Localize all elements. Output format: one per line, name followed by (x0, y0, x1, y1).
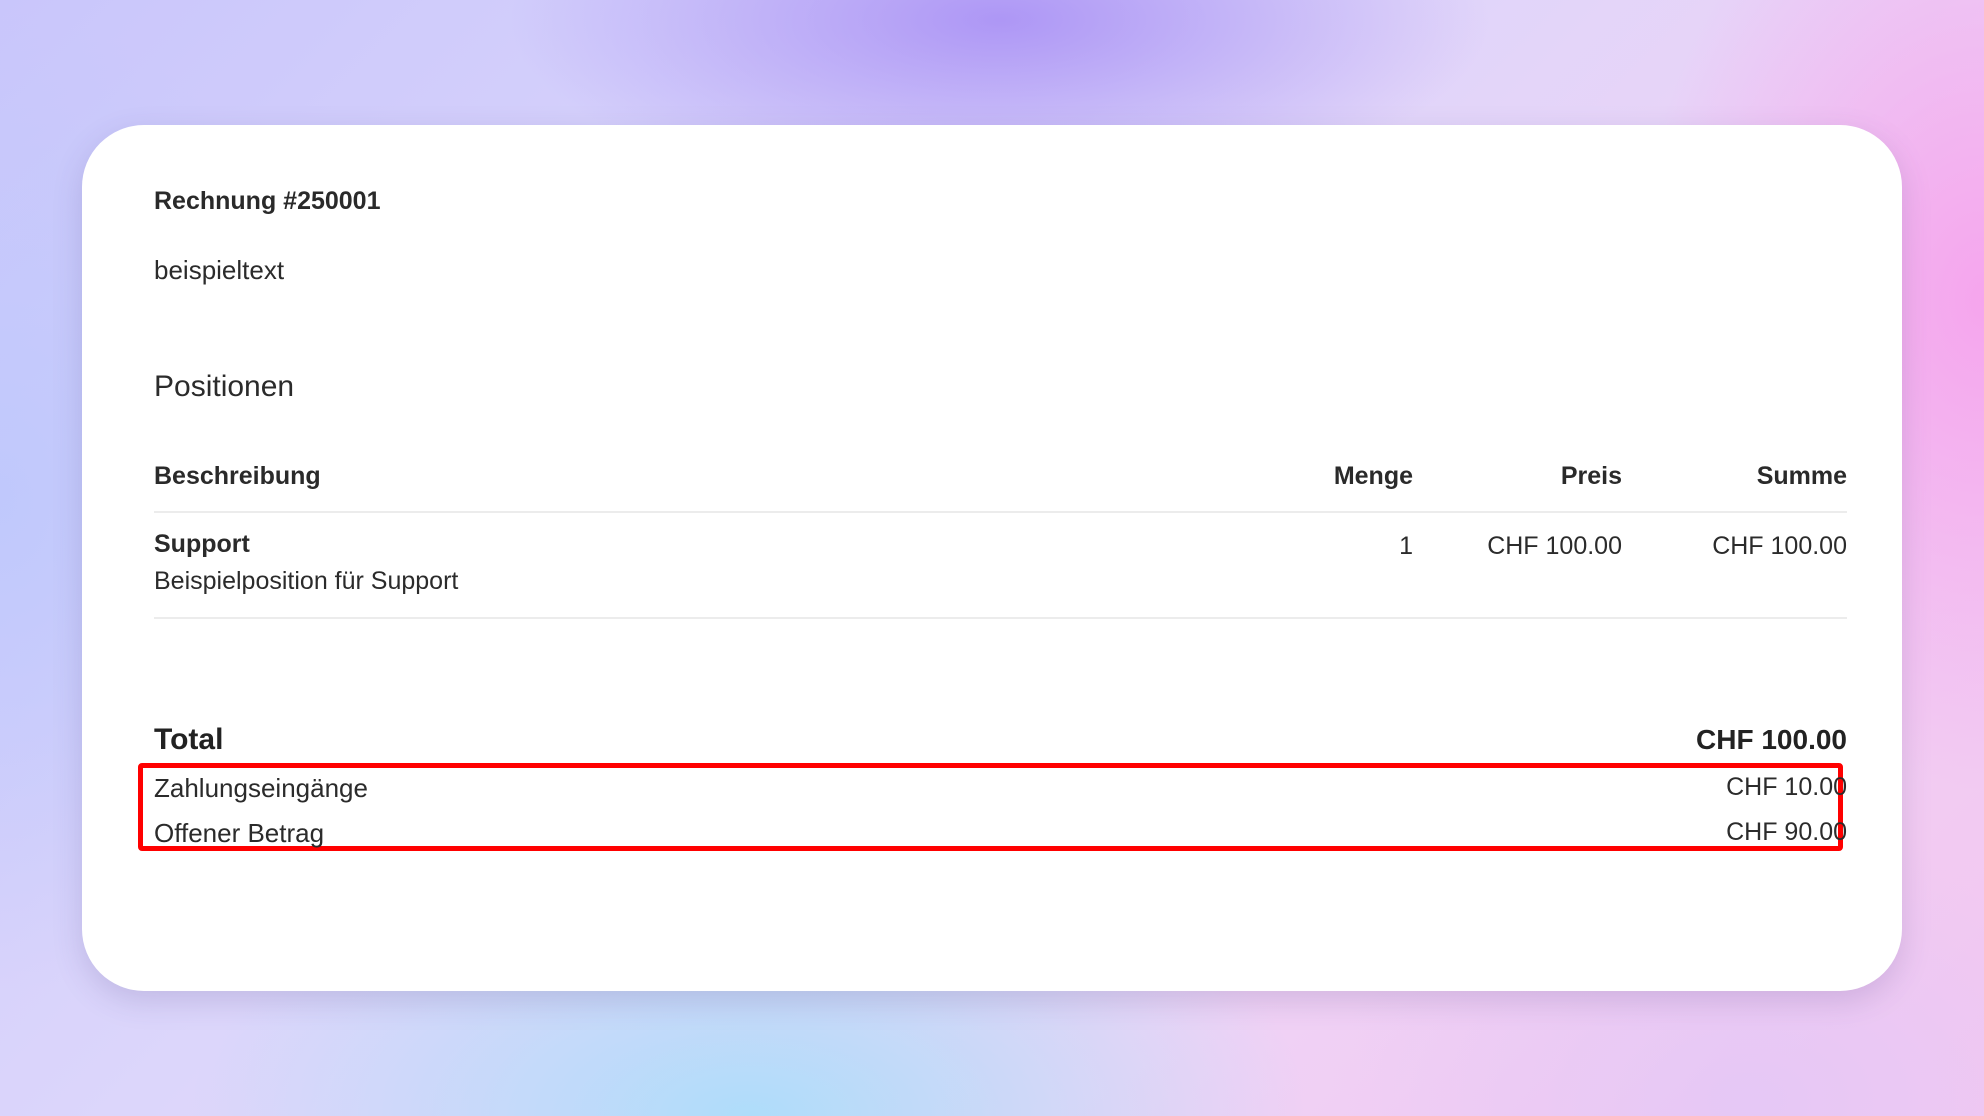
column-header-sum: Summe (1756, 462, 1847, 490)
position-price: CHF 100.00 (1487, 532, 1622, 560)
invoice-description: beispieltext (154, 255, 285, 285)
total-value: CHF 100.00 (1696, 724, 1847, 755)
payments-value: CHF 10.00 (1726, 773, 1847, 801)
total-label: Total (154, 723, 224, 756)
position-detail: Beispielposition für Support (154, 567, 459, 595)
header-divider (154, 511, 1847, 513)
column-header-quantity: Menge (1333, 462, 1413, 490)
invoice-card: Rechnung #250001 beispieltext Positionen… (82, 125, 1902, 991)
open-amount-value: CHF 90.00 (1726, 818, 1847, 846)
row-divider (154, 617, 1847, 619)
position-sum: CHF 100.00 (1712, 532, 1847, 560)
payments-label: Zahlungseingänge (154, 773, 368, 803)
invoice-title: Rechnung #250001 (154, 187, 381, 215)
column-header-description: Beschreibung (154, 462, 321, 490)
position-quantity: 1 (1399, 532, 1413, 560)
positions-heading: Positionen (154, 370, 295, 403)
highlight-box (138, 763, 1843, 851)
position-name: Support (154, 530, 250, 558)
column-header-price: Preis (1560, 462, 1622, 490)
open-amount-label: Offener Betrag (154, 818, 325, 848)
